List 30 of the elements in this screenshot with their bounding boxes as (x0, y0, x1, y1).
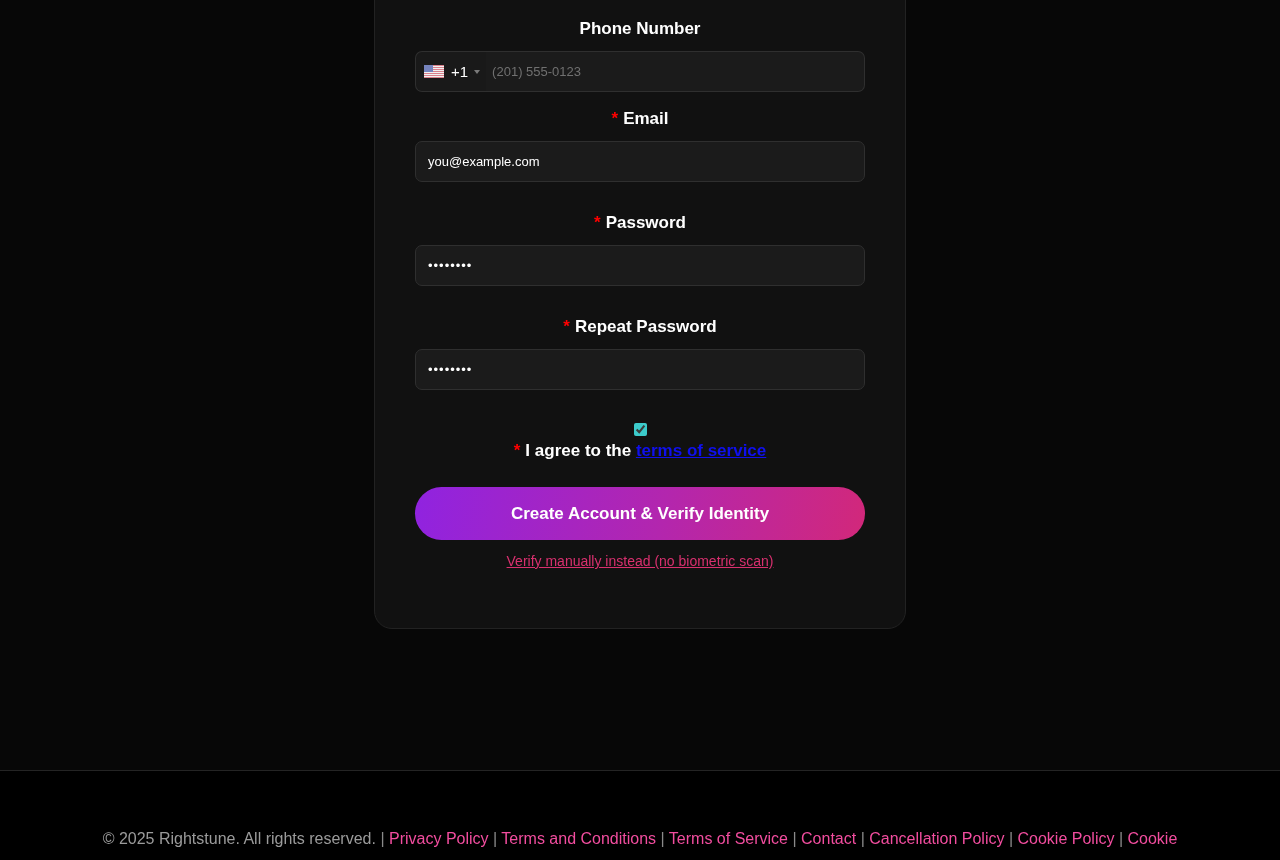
link-separator: | (860, 830, 865, 847)
required-marker: * (513, 441, 521, 461)
link-separator: | (380, 830, 385, 847)
link-separator: | (792, 830, 797, 847)
footer-link[interactable]: Terms of Service (668, 830, 788, 847)
field-label: Repeat Password (574, 317, 717, 337)
required-marker: * (563, 317, 570, 337)
verify-manually-link[interactable]: Verify manually instead (no biometric scan) (506, 553, 774, 569)
footer-link[interactable]: Privacy Policy (389, 830, 489, 847)
field-label: Password (605, 213, 686, 233)
required-marker: * (594, 213, 601, 233)
field-label: Phone Number (579, 19, 701, 39)
terms-agreement-text: I agree to the terms of service (525, 441, 767, 461)
link-separator: | (660, 830, 665, 847)
link-separator: | (1118, 830, 1124, 847)
footer-link[interactable]: Cookie Policy (1017, 830, 1115, 847)
link-separator: | (1008, 830, 1014, 847)
link-separator: | (493, 830, 498, 847)
password-input[interactable]: •••••••• (415, 349, 865, 390)
required-marker: * (611, 109, 619, 129)
email-input[interactable]: you@example.com (415, 141, 865, 182)
footer-link[interactable]: Cancellation Policy (869, 830, 1005, 847)
terms-checkbox[interactable] (633, 423, 647, 436)
copyright-text: © 2025 Rightstune. All rights reserved. (102, 830, 376, 847)
password-input[interactable]: •••••••• (415, 245, 865, 286)
field-label: Email (623, 109, 669, 129)
footer-link[interactable]: Contact (801, 830, 857, 847)
footer-link[interactable]: Cookie (1127, 830, 1178, 847)
footer-link[interactable]: Terms and Conditions (501, 830, 657, 847)
create-account-button[interactable]: Create Account & Verify Identity (415, 487, 865, 540)
